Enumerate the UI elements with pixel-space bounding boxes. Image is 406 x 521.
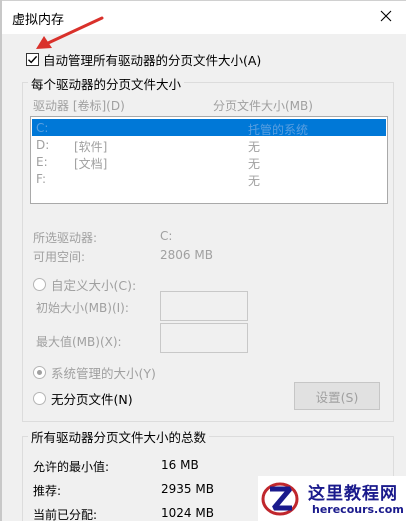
site-watermark: 这里教程网 herecours.com xyxy=(258,476,406,521)
initial-size-input[interactable] xyxy=(160,291,248,321)
close-button[interactable] xyxy=(372,4,400,28)
drive-letter: F: xyxy=(36,172,47,186)
drive-letter: D: xyxy=(36,138,50,152)
initial-size-label: 初始大小(MB)(I): xyxy=(36,301,129,315)
auto-manage-label: 自动管理所有驱动器的分页文件大小(A) xyxy=(43,53,262,68)
radio-button[interactable] xyxy=(33,366,46,379)
current-allocated-label: 当前已分配: xyxy=(33,508,98,521)
radio-button[interactable] xyxy=(33,278,46,291)
site-logo-icon xyxy=(261,482,299,516)
window-left-border xyxy=(0,0,2,521)
recommended-value: 2935 MB xyxy=(161,482,214,496)
no-paging-radio[interactable]: 无分页文件(N) xyxy=(33,389,133,408)
checkmark-icon xyxy=(28,55,38,64)
current-allocated-value: 1024 MB xyxy=(161,506,214,520)
free-space-value: 2806 MB xyxy=(160,248,213,262)
no-paging-label: 无分页文件(N) xyxy=(51,392,133,407)
checkbox-box[interactable] xyxy=(26,53,39,66)
drive-letter: C: xyxy=(36,121,49,135)
set-button[interactable]: 设置(S) xyxy=(294,382,380,410)
custom-size-label: 自定义大小(C): xyxy=(51,278,137,293)
drive-paging-size: 无 xyxy=(248,174,261,188)
drive-letter: E: xyxy=(36,155,48,169)
drive-column-header: 驱动器 [卷标](D) xyxy=(33,99,125,113)
virtual-memory-dialog: 虚拟内存 自动管理所有驱动器的分页文件大小(A) 每个驱动器的分页文件大小 驱动… xyxy=(0,0,406,521)
size-column-header: 分页文件大小(MB) xyxy=(213,99,313,113)
window-top-edge xyxy=(0,0,406,1)
drive-row-f[interactable]: F: 无 xyxy=(32,170,386,188)
radio-button[interactable] xyxy=(33,392,46,405)
close-icon xyxy=(380,10,392,22)
drive-row-e[interactable]: E: [文档] 无 xyxy=(32,153,386,171)
annotation-arrow-icon xyxy=(36,16,104,49)
drive-list[interactable]: C: 托管的系统 D: [软件] 无 E: [文档] 无 F: 无 xyxy=(30,116,388,204)
watermark-title: 这里教程网 xyxy=(308,484,398,504)
selected-drive-label: 所选驱动器: xyxy=(33,231,98,245)
drive-row-d[interactable]: D: [软件] 无 xyxy=(32,136,386,154)
min-allowed-value: 16 MB xyxy=(161,458,199,472)
totals-group-title: 所有驱动器分页文件大小的总数 xyxy=(28,427,210,446)
drives-group-title: 每个驱动器的分页文件大小 xyxy=(28,74,185,93)
free-space-label: 可用空间: xyxy=(33,250,86,264)
recommended-label: 推荐: xyxy=(33,484,62,498)
system-managed-label: 系统管理的大小(Y) xyxy=(51,366,156,381)
min-allowed-label: 允许的最小值: xyxy=(33,460,110,474)
selected-drive-value: C: xyxy=(160,229,173,243)
system-managed-radio[interactable]: 系统管理的大小(Y) xyxy=(33,363,156,382)
custom-size-radio[interactable]: 自定义大小(C): xyxy=(33,275,136,294)
auto-manage-checkbox[interactable]: 自动管理所有驱动器的分页文件大小(A) xyxy=(26,50,261,69)
max-size-input[interactable] xyxy=(160,323,248,353)
watermark-subtitle: herecours.com xyxy=(312,503,404,516)
max-size-label: 最大值(MB)(X): xyxy=(36,335,122,349)
drive-row-c[interactable]: C: 托管的系统 xyxy=(32,119,386,137)
